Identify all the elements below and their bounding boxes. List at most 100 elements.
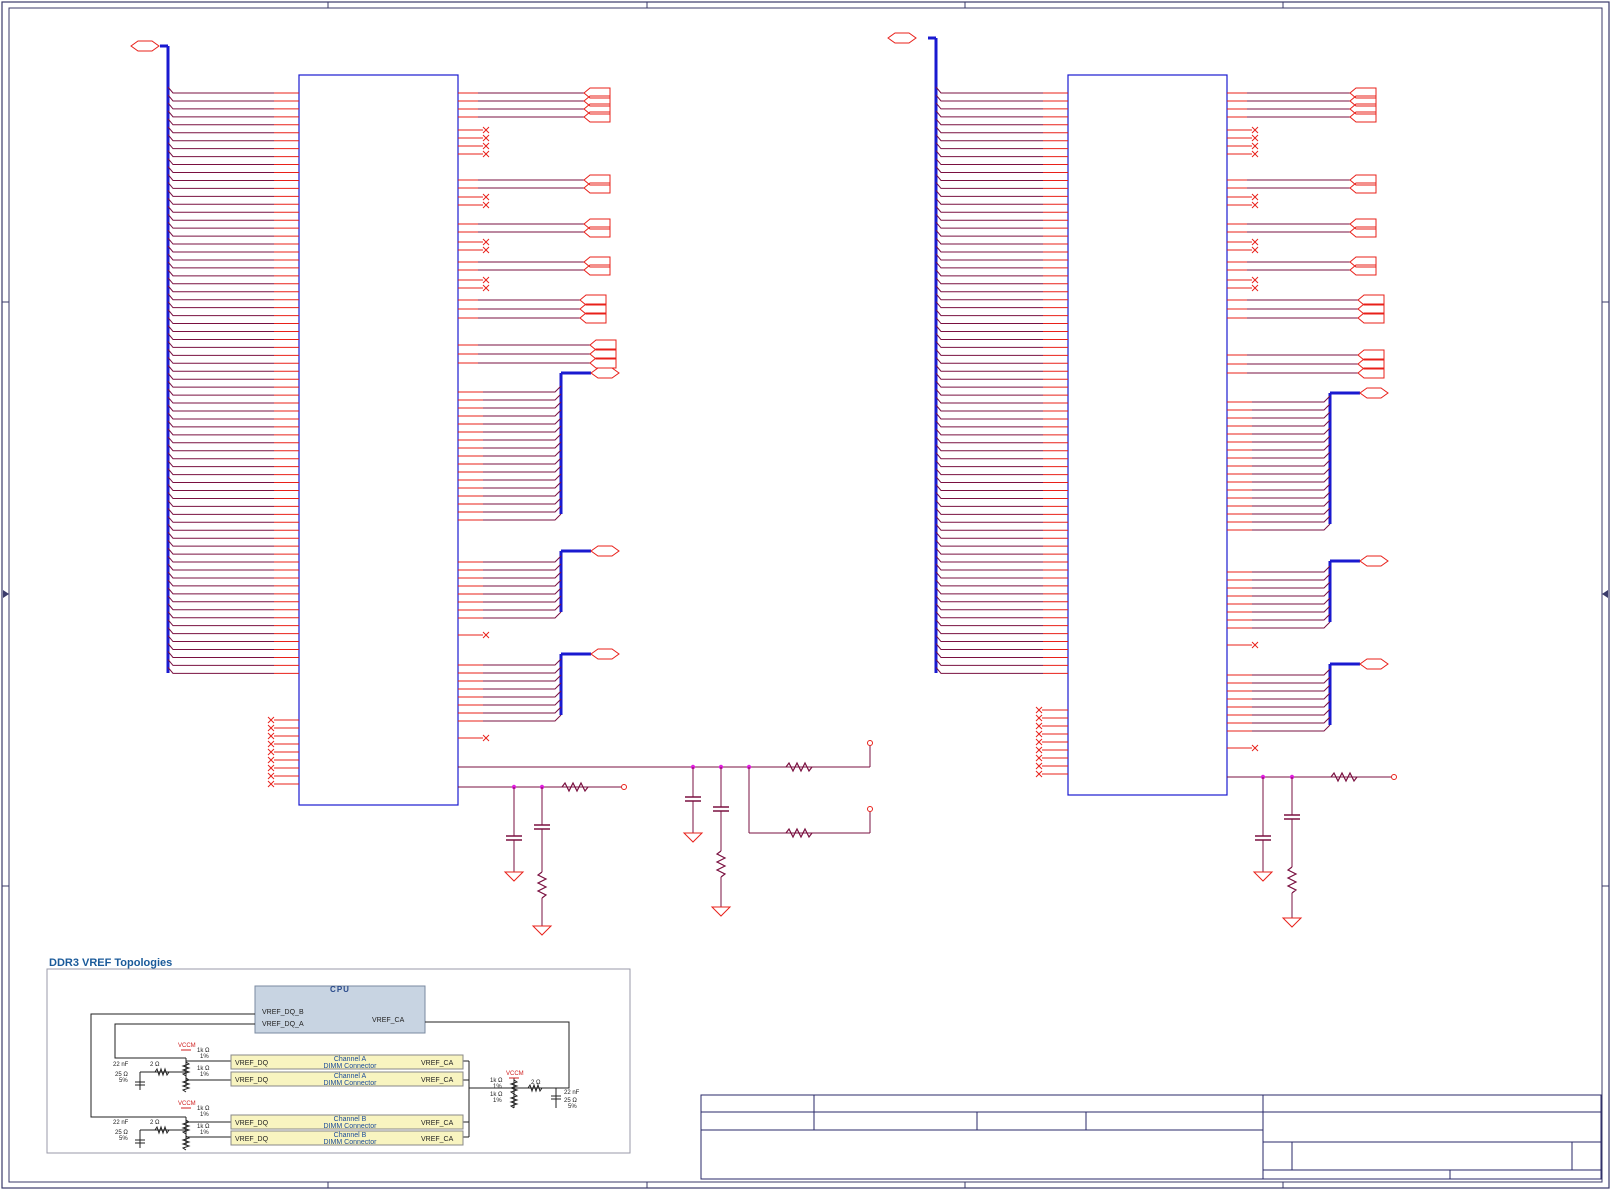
bus-entry-wire <box>483 571 562 579</box>
bus-entry-wire <box>483 674 562 682</box>
bus-entry-wire <box>167 158 274 166</box>
dimm-connector-a <box>298 74 459 806</box>
bus-entry-wire <box>935 118 1043 126</box>
bus-entry-wire <box>483 595 562 603</box>
inset-cpu-pin-ca: VREF_CA <box>372 1017 405 1024</box>
bus-entry-wire <box>935 349 1043 356</box>
inset-cpu-label: CPU <box>330 985 350 994</box>
bus-port-a <box>130 40 160 52</box>
bus-entry-wire <box>1252 411 1331 419</box>
inset-r10-tol: 1% <box>493 1098 502 1104</box>
bus-entry-wire <box>935 500 1043 507</box>
bus-entry-wire <box>167 333 274 340</box>
bus-entry-wire <box>483 666 562 674</box>
inset-r5-tol: 1% <box>200 1112 209 1118</box>
resistor <box>1286 866 1298 894</box>
bus-entry-wire <box>167 492 274 499</box>
bus-entry-wire <box>1252 451 1331 459</box>
inset-r4-tol: 5% <box>119 1078 128 1084</box>
bus-entry-wire <box>167 476 274 484</box>
bus-entry-wire <box>167 190 274 197</box>
inset-vccm-label-3: VCCM <box>506 1071 524 1077</box>
bus-entry-wire <box>167 468 274 476</box>
bus-entry-wire <box>1252 589 1331 597</box>
bus-entry-wire <box>167 150 274 158</box>
bus-entry-wire <box>167 174 274 181</box>
bus-entry-wire <box>483 385 562 393</box>
bus-entry-wire <box>1252 708 1331 716</box>
bus-entry-wire <box>1252 475 1331 483</box>
bus-entry-wire <box>935 341 1043 348</box>
bus-entry-wire <box>483 579 562 587</box>
bus-entry-wire <box>935 317 1043 325</box>
bus-entry-wire <box>167 420 274 428</box>
bus-entry-wire <box>935 508 1043 515</box>
bus-entry-wire <box>935 293 1043 301</box>
resistor <box>536 871 548 899</box>
bus-entry-wire <box>483 555 562 563</box>
bus-entry-wire <box>167 380 274 388</box>
bus-entry-wire <box>935 285 1043 293</box>
schematic-canvas: DDR3 VREF Topologies CPU VREF_DQ_B VREF_… <box>1 1 1610 1189</box>
inset-dimm-pin-right: VREF_CA <box>421 1077 454 1084</box>
schematic-sheet: DDR3 VREF Topologies CPU VREF_DQ_B VREF_… <box>0 0 1611 1190</box>
bus-entry-wire <box>935 412 1043 420</box>
bus-entry-wire <box>167 547 274 555</box>
inset-dimm-name: Channel B <box>334 1132 367 1139</box>
terminal <box>867 806 873 812</box>
inset-c1-value: 22 nF <box>113 1062 129 1068</box>
bus-entry-wire <box>935 150 1043 158</box>
bus-entry-wire <box>167 134 274 142</box>
ground-symbol <box>710 906 732 917</box>
bus-entry-wire <box>935 364 1043 372</box>
inset-vccm-label-2: VCCM <box>178 1101 196 1107</box>
bus-entry-wire <box>1252 692 1331 700</box>
bus-entry-wire <box>167 364 274 372</box>
bus-entry-wire <box>1252 724 1331 732</box>
inset-dimm-pin-right: VREF_CA <box>421 1120 454 1127</box>
ground-symbol <box>682 832 704 843</box>
bus-entry-wire <box>935 555 1043 563</box>
bus-entry-wire <box>935 94 1043 102</box>
bus-entry-wire <box>483 401 562 409</box>
bus-entry-wire <box>483 489 562 497</box>
bus-entry-wire <box>167 643 274 650</box>
bus-entry-wire <box>167 293 274 301</box>
inset-dimm-name: Channel B <box>334 1116 367 1123</box>
inset-cpu-pin-dq-a: VREF_DQ_A <box>262 1021 304 1028</box>
inset-r2-tol: 1% <box>200 1072 209 1078</box>
bus-entry-wire <box>167 667 274 674</box>
bus-entry-wire <box>167 539 274 547</box>
bus-entry-wire <box>167 428 274 436</box>
bus-entry-wire <box>935 372 1043 380</box>
bus-entry-wire <box>935 603 1043 611</box>
bus-entry-wire <box>167 221 274 229</box>
inset-dimm-pin-left: VREF_DQ <box>235 1136 269 1143</box>
bus-entry-wire <box>935 309 1043 317</box>
bus-entry-wire <box>935 659 1043 666</box>
bus-entry-wire <box>483 449 562 457</box>
net-port <box>590 545 620 557</box>
bus-entry-wire <box>935 531 1043 539</box>
bus-entry-wire <box>935 277 1043 285</box>
bus-entry-wire <box>935 237 1043 245</box>
bus-entry-wire <box>1252 613 1331 621</box>
bus-entry-wire <box>483 465 562 473</box>
right-nets-b <box>1227 87 1389 752</box>
bus-entry-wire <box>935 269 1043 277</box>
inset-r7-value: 2 Ω <box>150 1120 160 1126</box>
title-block <box>700 1094 1602 1180</box>
bus-entry-wire <box>935 627 1043 635</box>
inset-dimm-name: Channel A <box>334 1056 367 1063</box>
bus-entry-wire <box>1252 700 1331 708</box>
terminal <box>621 784 627 790</box>
bus-entry-wire <box>935 492 1043 499</box>
bus-entry-wire <box>1252 491 1331 499</box>
bus-entry-wire <box>1252 467 1331 475</box>
bus-entry-wire <box>935 221 1043 229</box>
bus-entry-wire <box>1252 573 1331 581</box>
bus-entry-wire <box>483 409 562 417</box>
bus-entry-wire <box>167 523 274 531</box>
bus-entry-wire <box>167 388 274 396</box>
bus-entry-wire <box>483 658 562 666</box>
